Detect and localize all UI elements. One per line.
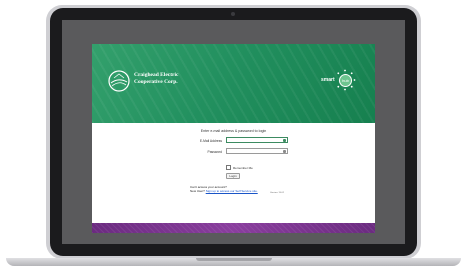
login-page: Craighead Electric Cooperative Corp. sma… [92, 44, 375, 233]
webcam-icon [231, 12, 235, 16]
smarthub-logo: smart hub [321, 66, 361, 94]
password-label: Password [207, 150, 222, 154]
coop-logo-icon [108, 70, 130, 92]
version-text: Version: 15.02 [270, 192, 284, 194]
header-banner: Craighead Electric Cooperative Corp. sma… [92, 44, 375, 123]
remember-me-label: Remember Me [233, 165, 253, 170]
sign-up-link[interactable]: Sign up to access our Self Service site. [206, 189, 258, 193]
email-field[interactable] [226, 137, 288, 143]
help-text: Can't access your account? New User? Sig… [190, 185, 258, 193]
footer-bar [92, 223, 375, 233]
remember-me-checkbox[interactable] [226, 165, 231, 170]
smarthub-badge: hub [339, 74, 352, 87]
laptop-notch [196, 258, 272, 261]
login-form: Enter e-mail address & password to login… [92, 123, 375, 223]
login-prompt: Enter e-mail address & password to login [200, 129, 267, 133]
remember-me[interactable]: Remember Me [226, 165, 253, 170]
login-button[interactable]: Login [226, 173, 240, 179]
password-field[interactable] [226, 148, 288, 154]
laptop-screen: Craighead Electric Cooperative Corp. sma… [62, 20, 405, 244]
credential-key-icon[interactable] [283, 150, 286, 153]
new-user-line: New User? Sign up to access our Self Ser… [190, 189, 258, 193]
org-name-line1: Craighead Electric [134, 72, 179, 78]
new-user-prefix: New User? [190, 189, 205, 193]
org-name-line2: Cooperative Corp. [134, 79, 178, 85]
org-name: Craighead Electric Cooperative Corp. [134, 72, 214, 86]
email-label: E-Mail Address [199, 139, 222, 143]
credential-key-icon[interactable] [283, 139, 286, 142]
smarthub-word: smart [321, 77, 335, 83]
